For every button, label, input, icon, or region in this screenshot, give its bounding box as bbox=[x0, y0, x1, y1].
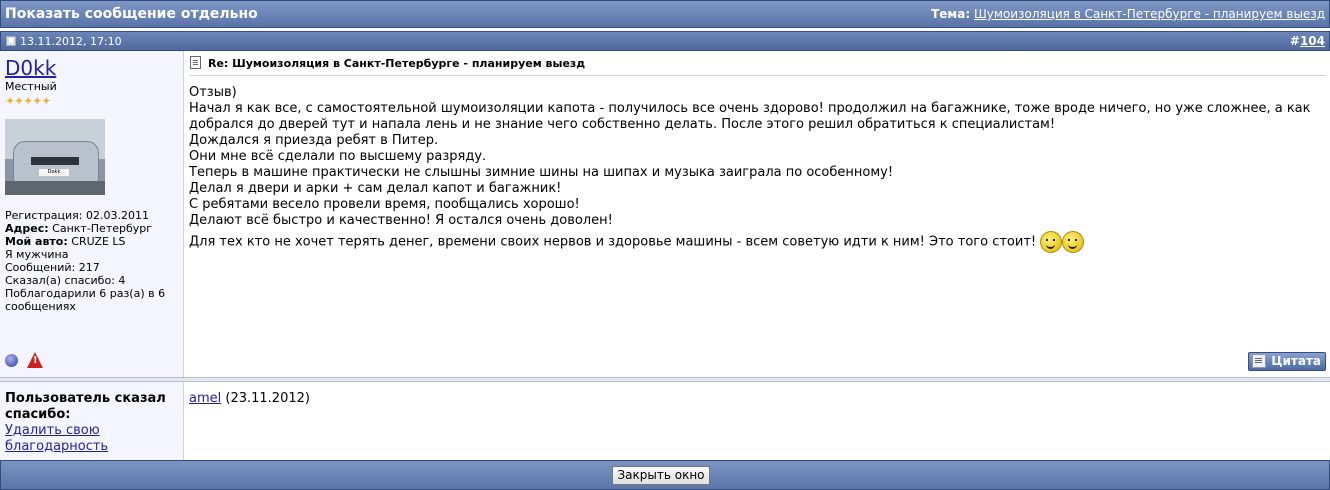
user-car: Мой авто: CRUZE LS bbox=[5, 235, 181, 248]
remove-thanks-link[interactable]: Удалить свою благодарность bbox=[5, 423, 181, 455]
post-line: Они мне всё сделали по высшему разряду. bbox=[189, 149, 487, 164]
post-number-link[interactable]: 104 bbox=[1300, 34, 1325, 48]
smiley-face-left bbox=[1040, 231, 1063, 253]
post-body: Отзыв) Начал я как все, с самостоятельно… bbox=[189, 85, 1327, 255]
user-registration: Регистрация: 02.03.2011 bbox=[5, 209, 181, 222]
thanks-heading: Пользователь сказал спасибо: bbox=[5, 391, 166, 422]
user-thanked: Поблагодарили 6 раз(а) в 6 сообщениях bbox=[5, 287, 166, 313]
document-icon bbox=[190, 56, 201, 69]
thanks-panel-left: Пользователь сказал спасибо: Удалить сво… bbox=[0, 382, 184, 460]
post-line-last: Для тех кто не хочет терять денег, време… bbox=[189, 229, 1327, 255]
post-line: Делают всё быстро и качественно! Я остал… bbox=[189, 213, 613, 228]
thread-label: Тема: bbox=[931, 7, 971, 21]
thanks-said-label: Сказал(а) спасибо: bbox=[5, 274, 115, 287]
user-thanks-said: Сказал(а) спасибо: 4 bbox=[5, 274, 181, 287]
reg-label: Регистрация: bbox=[5, 209, 83, 222]
footer-bar: Закрыть окно bbox=[0, 460, 1330, 490]
thanks-user: amel (23.11.2012) bbox=[189, 391, 310, 406]
smiley-icon bbox=[1040, 229, 1085, 255]
post-number-prefix: # bbox=[1289, 34, 1300, 48]
address-label: Адрес: bbox=[5, 222, 49, 235]
quote-label: Цитата bbox=[1271, 354, 1321, 368]
post-line: Теперь в машине практически не слышны зи… bbox=[189, 165, 894, 180]
post-icon bbox=[6, 36, 16, 46]
post-line: Начал я как все, с самостоятельной шумои… bbox=[189, 101, 1311, 132]
smiley-face-right bbox=[1062, 231, 1085, 253]
post-line: Дождался я приезда ребят в Питер. bbox=[189, 133, 439, 148]
post-title-separator bbox=[190, 75, 1326, 76]
car-value: CRUZE LS bbox=[71, 235, 126, 248]
user-title: Местный bbox=[5, 80, 57, 93]
post-content: Re: Шумоизоляция в Санкт-Петербурге - пл… bbox=[184, 51, 1330, 377]
reg-value: 02.03.2011 bbox=[85, 209, 149, 222]
online-status-icon bbox=[5, 354, 18, 367]
post-title: Re: Шумоизоляция в Санкт-Петербурге - пл… bbox=[208, 57, 586, 70]
close-window-button[interactable]: Закрыть окно bbox=[612, 466, 710, 485]
post-date: 13.11.2012, 17:10 bbox=[20, 35, 122, 48]
thread-info: Тема: Шумоизоляция в Санкт-Петербурге - … bbox=[931, 7, 1325, 21]
posts-label: Сообщений: bbox=[5, 261, 76, 274]
quote-button[interactable]: Цитата bbox=[1248, 352, 1326, 371]
thanks-user-date: (23.11.2012) bbox=[225, 391, 310, 406]
post-line: С ребятами весело провели время, пообщал… bbox=[189, 197, 580, 212]
posts-value: 217 bbox=[78, 261, 100, 274]
avatar-grille bbox=[31, 157, 79, 165]
thanks-said-value: 4 bbox=[118, 274, 126, 287]
page-title: Показать сообщение отдельно bbox=[5, 6, 258, 22]
avatar-ground bbox=[5, 181, 105, 195]
post-line: Для тех кто не хочет терять денег, време… bbox=[189, 234, 1037, 250]
thanks-user-link[interactable]: amel bbox=[189, 391, 221, 406]
user-gender: Я мужчина bbox=[5, 248, 69, 261]
report-warning-icon[interactable] bbox=[27, 352, 43, 368]
address-value: Санкт-Петербург bbox=[52, 222, 153, 235]
username-link[interactable]: D0kk bbox=[5, 56, 56, 80]
reputation-stars-icon: ✦✦✦✦✦ bbox=[5, 94, 51, 108]
post-line: Делал я двери и арки + сам делал капот и… bbox=[189, 181, 562, 196]
post-date-bar: 13.11.2012, 17:10 #104 bbox=[0, 31, 1330, 51]
user-info-panel: D0kk Местный ✦✦✦✦✦ Dokk Регистрация: 02.… bbox=[0, 51, 184, 377]
avatar-plate: Dokk bbox=[39, 169, 69, 176]
avatar[interactable]: Dokk bbox=[5, 119, 105, 195]
user-details: Регистрация: 02.03.2011 Адрес: Санкт-Пет… bbox=[5, 209, 181, 313]
thanks-panel-right: amel (23.11.2012) bbox=[184, 382, 1330, 460]
user-posts: Сообщений: 217 bbox=[5, 261, 181, 274]
quote-icon bbox=[1252, 354, 1267, 368]
car-label: Мой авто: bbox=[5, 235, 68, 248]
post-line: Отзыв) bbox=[189, 85, 237, 100]
thread-link[interactable]: Шумоизоляция в Санкт-Петербурге - планир… bbox=[974, 7, 1325, 21]
post-number: #104 bbox=[1290, 34, 1325, 48]
window-header: Показать сообщение отдельно Тема: Шумоиз… bbox=[0, 0, 1330, 28]
user-address: Адрес: Санкт-Петербург bbox=[5, 222, 181, 235]
